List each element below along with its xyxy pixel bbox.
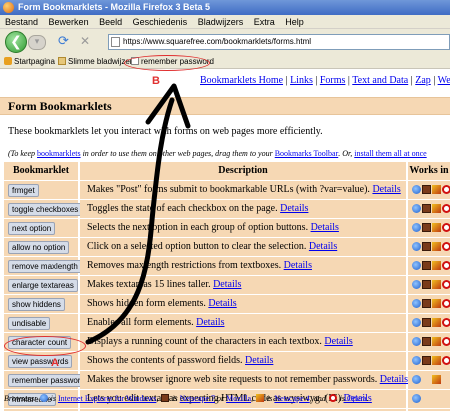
drag-arrow — [85, 83, 191, 345]
